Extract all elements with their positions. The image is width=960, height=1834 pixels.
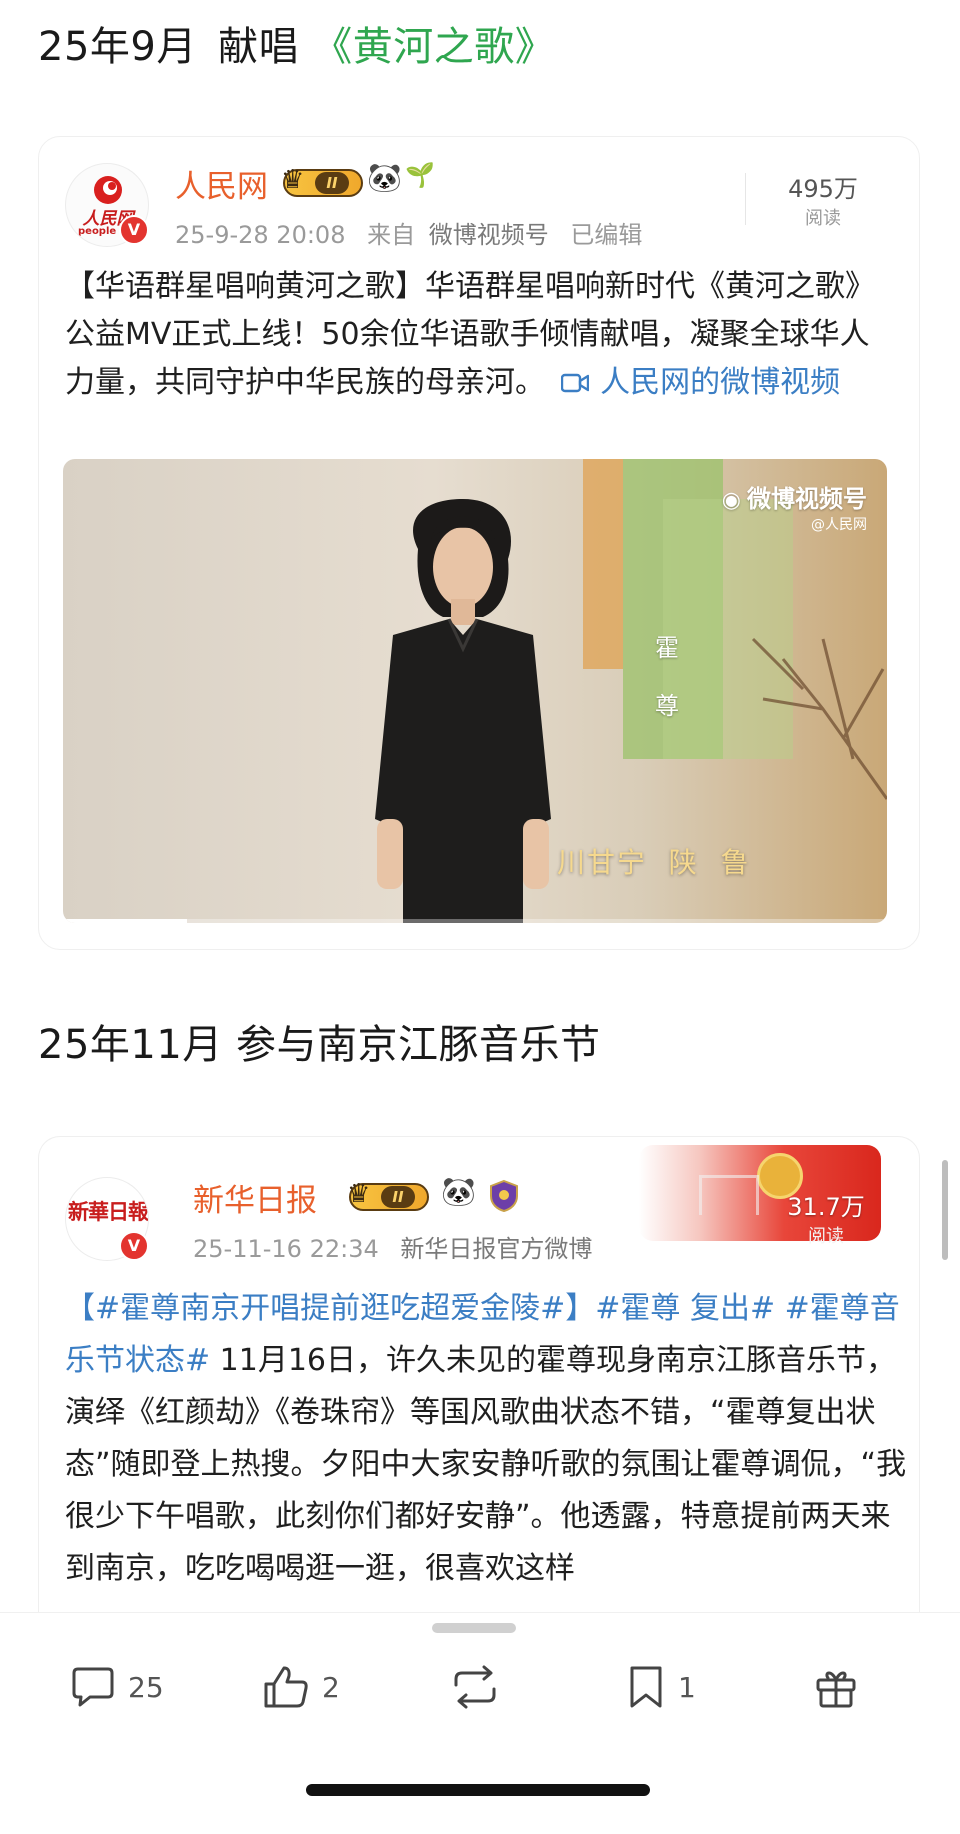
- reads-label: 阅读: [805, 208, 841, 229]
- author-name-2[interactable]: 新华日报: [193, 1175, 317, 1220]
- panda-icon-2: 🐼: [441, 1175, 476, 1208]
- video-player[interactable]: ◉ 微博视频号 @人民网 霍 尊 川甘宁 陕 鲁: [63, 459, 887, 923]
- from-prefix: 来自: [367, 221, 416, 249]
- bookmark-icon: [630, 1666, 662, 1708]
- province-caption: 川甘宁 陕 鲁: [557, 846, 751, 879]
- verified-v-icon-2: V: [119, 1231, 149, 1261]
- video-progress-fill: [63, 919, 187, 923]
- favorite-button[interactable]: 1: [626, 1665, 696, 1709]
- avatar-logo-text-2: 新華日報: [68, 1199, 148, 1224]
- reads-divider: [745, 173, 746, 225]
- post-body: 【华语群星唱响黄河之歌】华语群星唱响新时代《黄河之歌》公益MV正式上线！50余位…: [65, 263, 895, 407]
- post-card-1[interactable]: 人民网 people V 人民网 ♛ II 🐼 🌱 25-9-28 20:08 …: [38, 136, 920, 950]
- reads-block-2: 31.7万 阅读: [771, 1187, 881, 1248]
- watermark-title: ◉ 微博视频号: [722, 479, 867, 514]
- shield-badge-icon: [490, 1179, 518, 1213]
- reads-block: 495万 阅读: [763, 169, 883, 230]
- gate-icon: [699, 1175, 759, 1215]
- weibo-logo-icon: ◉: [721, 488, 741, 513]
- level-label-2: II: [381, 1186, 415, 1208]
- favorite-count: 1: [678, 1670, 696, 1704]
- post-source[interactable]: 微博视频号: [429, 221, 549, 249]
- repost-icon: [454, 1665, 496, 1709]
- post-time-2: 25-11-16 22:34: [193, 1235, 379, 1263]
- video-watermark: ◉ 微博视频号 @人民网: [722, 479, 867, 534]
- thumbs-up-icon: [264, 1666, 308, 1708]
- post-body-2: 【#霍尊南京开唱提前逛吃超爱金陵#】#霍尊 复出# #霍尊音乐节状态# 11月1…: [65, 1283, 911, 1595]
- section1-song: 《黄河之歌》: [312, 24, 556, 70]
- verified-v-icon: V: [119, 215, 149, 245]
- topic-link-1[interactable]: 【#霍尊南京开唱提前逛吃超爱金陵#】: [65, 1291, 595, 1326]
- home-indicator[interactable]: [306, 1784, 650, 1796]
- video-progress-track[interactable]: [63, 919, 887, 923]
- reads-label-2: 阅读: [808, 1226, 844, 1247]
- post-time: 25-9-28 20:08: [175, 221, 346, 249]
- video-link[interactable]: [555, 365, 601, 400]
- comment-button[interactable]: 25: [70, 1665, 164, 1709]
- video-camera-icon: [560, 373, 589, 393]
- section-heading-1: 25年9月 献唱 《黄河之歌》: [38, 14, 555, 72]
- singer-caption-1: 霍: [655, 634, 679, 662]
- member-level-badge[interactable]: ♛ II: [281, 165, 363, 197]
- post-meta: 25-9-28 20:08 来自 微博视频号 已编辑: [175, 215, 656, 250]
- repost-button[interactable]: [448, 1665, 514, 1709]
- reads-value: 495万: [788, 175, 858, 203]
- avatar-logo-sub: people: [78, 226, 117, 237]
- edited-label: 已编辑: [570, 221, 643, 249]
- post-body-text-2: 11月16日，许久未见的霍尊现身南京江豚音乐节，演绎《红颜劫》《卷珠帘》等国风歌…: [65, 1343, 907, 1586]
- singer-caption: 霍 尊: [655, 619, 679, 735]
- reads-value-2: 31.7万: [787, 1193, 865, 1221]
- gift-icon: [816, 1671, 856, 1708]
- drag-handle[interactable]: [432, 1623, 516, 1633]
- post-meta-2: 25-11-16 22:34 新华日报官方微博: [193, 1229, 606, 1264]
- watermark-label: 微博视频号: [747, 485, 867, 513]
- comment-icon: [72, 1667, 114, 1707]
- crown-icon: ♛: [281, 165, 305, 195]
- crown-icon-2: ♛: [347, 1179, 371, 1209]
- comment-count: 25: [128, 1670, 164, 1704]
- singer-caption-2: 尊: [655, 692, 679, 720]
- topic-link-2[interactable]: #霍尊 复出#: [595, 1291, 775, 1326]
- panda-icon: 🐼: [367, 161, 402, 194]
- like-button[interactable]: 2: [262, 1665, 340, 1709]
- section1-date: 25年9月: [38, 24, 197, 70]
- watermark-sub: @人民网: [811, 517, 867, 533]
- member-level-badge-2[interactable]: ♛ II: [347, 1179, 429, 1211]
- video-link-text[interactable]: 人民网的微博视频: [600, 365, 840, 400]
- post-source-2[interactable]: 新华日报官方微博: [400, 1235, 592, 1263]
- like-count: 2: [322, 1670, 340, 1704]
- section-heading-2: 25年11月 参与南京江豚音乐节: [38, 1022, 601, 1068]
- author-name[interactable]: 人民网: [175, 161, 268, 206]
- action-bar: 25 2 1: [0, 1612, 960, 1762]
- level-label: II: [315, 172, 349, 194]
- screen: 25年9月 献唱 《黄河之歌》 人民网 people V 人民网 ♛ II 🐼 …: [0, 0, 960, 1834]
- scrollbar[interactable]: [942, 1160, 948, 1260]
- sprout-icon: 🌱: [405, 161, 435, 189]
- section1-action: 献唱: [218, 24, 300, 70]
- gift-button[interactable]: [814, 1665, 870, 1709]
